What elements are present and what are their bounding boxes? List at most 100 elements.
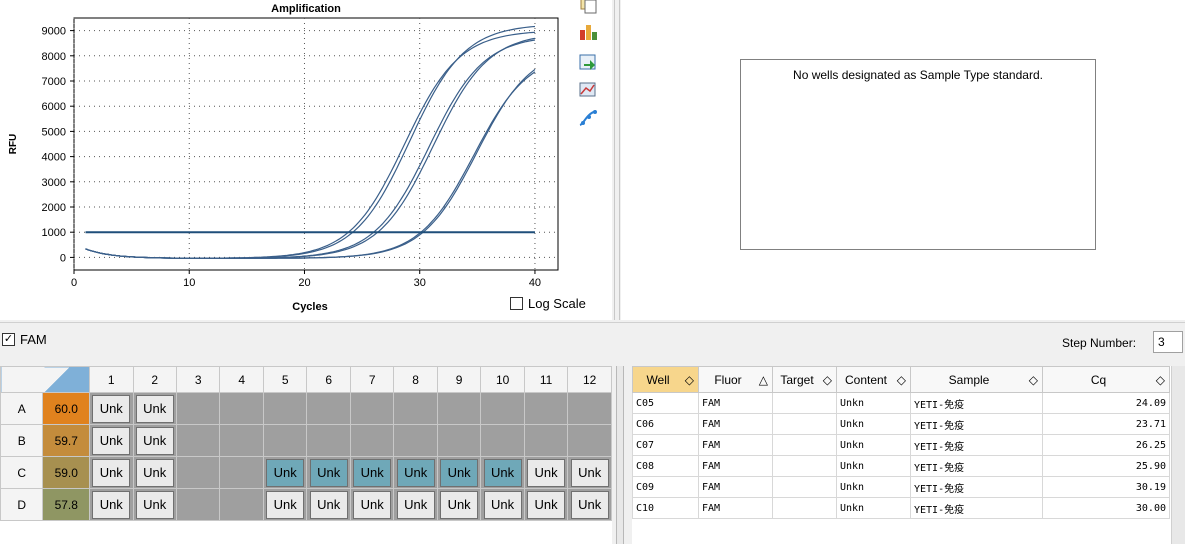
plate-well[interactable]: Unk <box>349 456 395 489</box>
table-cell: C07 <box>632 434 699 456</box>
plate-well[interactable] <box>219 488 264 521</box>
plate-well[interactable] <box>349 392 395 425</box>
plate-column-header[interactable]: 10 <box>480 366 525 393</box>
sort-icon[interactable]: △ <box>759 373 768 387</box>
table-row[interactable]: C06 FAM Unkn YETI-免疫 23.71 <box>632 413 1170 435</box>
plate-well[interactable]: Unk <box>523 488 569 521</box>
plate-row-header[interactable]: A <box>0 392 44 425</box>
results-scrollbar[interactable] <box>1171 366 1185 544</box>
plate-well[interactable] <box>219 456 264 489</box>
plate-well[interactable]: Unk <box>349 488 395 521</box>
copy-icon[interactable] <box>578 0 600 14</box>
plate-corner[interactable] <box>0 366 91 393</box>
column-header-label: Content <box>844 372 888 387</box>
plate-well[interactable] <box>436 424 482 457</box>
plate-well[interactable] <box>349 424 395 457</box>
plate-well[interactable] <box>436 392 482 425</box>
plate-well[interactable]: Unk <box>306 488 351 521</box>
sort-icon[interactable]: ◇ <box>1029 373 1038 387</box>
fam-checkbox[interactable]: ✓ <box>2 333 15 346</box>
plate-well[interactable]: Unk <box>436 456 482 489</box>
plate-column-header[interactable]: 6 <box>306 366 351 393</box>
plate-row-header[interactable]: B <box>0 424 44 457</box>
plate-well[interactable] <box>175 424 221 457</box>
column-header-label: Sample <box>948 372 990 387</box>
plate-row: D 57.8 Unk Unk Unk Unk Unk Unk Unk Unk Unk Unk <box>0 488 612 521</box>
plate-column-header[interactable]: 1 <box>89 366 134 393</box>
plate-well[interactable]: Unk <box>393 488 438 521</box>
plate-well[interactable] <box>219 392 264 425</box>
plate-well[interactable]: Unk <box>393 456 438 489</box>
plate-well[interactable]: Unk <box>567 456 612 489</box>
panel-splitter[interactable] <box>614 0 620 320</box>
plate-row-header[interactable]: D <box>0 488 44 521</box>
plate-well[interactable] <box>393 392 438 425</box>
plate-well[interactable] <box>175 488 221 521</box>
plate-well[interactable] <box>175 456 221 489</box>
step-number-field[interactable]: 3 <box>1153 331 1183 353</box>
plate-column-header[interactable]: 3 <box>175 366 221 393</box>
plate-well[interactable]: Unk <box>523 456 569 489</box>
plate-well[interactable] <box>219 424 264 457</box>
plate-column-header[interactable]: 8 <box>393 366 438 393</box>
column-header-sample[interactable]: Sample ◇ <box>910 366 1043 393</box>
well-content-label: Unk <box>309 458 348 487</box>
plate-well[interactable] <box>262 424 308 457</box>
plate-well[interactable] <box>567 392 612 425</box>
zoom-icon[interactable] <box>578 80 600 100</box>
plate-column-header[interactable]: 4 <box>219 366 264 393</box>
plate-column-header[interactable]: 11 <box>523 366 569 393</box>
column-header-cq[interactable]: Cq ◇ <box>1042 366 1170 393</box>
column-header-content[interactable]: Content ◇ <box>836 366 911 393</box>
plate-well[interactable] <box>306 392 351 425</box>
table-row[interactable]: C09 FAM Unkn YETI-免疫 30.19 <box>632 476 1170 498</box>
plate-well[interactable] <box>393 424 438 457</box>
log-scale-control[interactable]: Log Scale <box>510 296 586 311</box>
sort-icon[interactable]: ◇ <box>897 373 906 387</box>
plate-column-header[interactable]: 12 <box>567 366 612 393</box>
log-scale-checkbox[interactable] <box>510 297 523 310</box>
plate-well[interactable]: Unk <box>262 456 308 489</box>
plate-well[interactable]: Unk <box>480 456 525 489</box>
chart-type-icon[interactable] <box>578 22 600 42</box>
plate-well[interactable] <box>306 424 351 457</box>
plate-well[interactable]: Unk <box>306 456 351 489</box>
sort-icon[interactable]: ◇ <box>823 373 832 387</box>
sort-icon[interactable]: ◇ <box>685 373 694 387</box>
export-icon[interactable] <box>578 52 600 72</box>
plate-well[interactable] <box>567 424 612 457</box>
plate-column-header[interactable]: 9 <box>436 366 482 393</box>
plate-well[interactable]: Unk <box>89 488 134 521</box>
plate-row-header[interactable]: C <box>0 456 44 489</box>
sort-icon[interactable]: ◇ <box>1156 373 1165 387</box>
curve-icon[interactable] <box>578 108 600 128</box>
plate-well[interactable]: Unk <box>567 488 612 521</box>
plate-well[interactable]: Unk <box>262 488 308 521</box>
plate-column-header[interactable]: 2 <box>132 366 177 393</box>
plate-column-header[interactable]: 7 <box>349 366 395 393</box>
plate-well[interactable] <box>262 392 308 425</box>
column-header-well[interactable]: Well ◇ <box>632 366 699 393</box>
plate-well[interactable]: Unk <box>132 456 177 489</box>
table-row[interactable]: C10 FAM Unkn YETI-免疫 30.00 <box>632 497 1170 519</box>
table-splitter[interactable] <box>616 366 624 544</box>
plate-well[interactable] <box>523 392 569 425</box>
plate-well[interactable]: Unk <box>480 488 525 521</box>
plate-well[interactable]: Unk <box>132 392 177 425</box>
plate-well[interactable]: Unk <box>89 424 134 457</box>
plate-well[interactable] <box>175 392 221 425</box>
plate-well[interactable] <box>480 424 525 457</box>
plate-well[interactable]: Unk <box>436 488 482 521</box>
column-header-target[interactable]: Target ◇ <box>772 366 837 393</box>
plate-well[interactable] <box>523 424 569 457</box>
table-row[interactable]: C07 FAM Unkn YETI-免疫 26.25 <box>632 434 1170 456</box>
plate-well[interactable]: Unk <box>89 392 134 425</box>
plate-well[interactable]: Unk <box>132 488 177 521</box>
plate-column-header[interactable]: 5 <box>262 366 308 393</box>
plate-well[interactable]: Unk <box>89 456 134 489</box>
plate-well[interactable] <box>480 392 525 425</box>
table-row[interactable]: C08 FAM Unkn YETI-免疫 25.90 <box>632 455 1170 477</box>
column-header-fluor[interactable]: Fluor △ <box>698 366 773 393</box>
table-row[interactable]: C05 FAM Unkn YETI-免疫 24.09 <box>632 392 1170 414</box>
plate-well[interactable]: Unk <box>132 424 177 457</box>
